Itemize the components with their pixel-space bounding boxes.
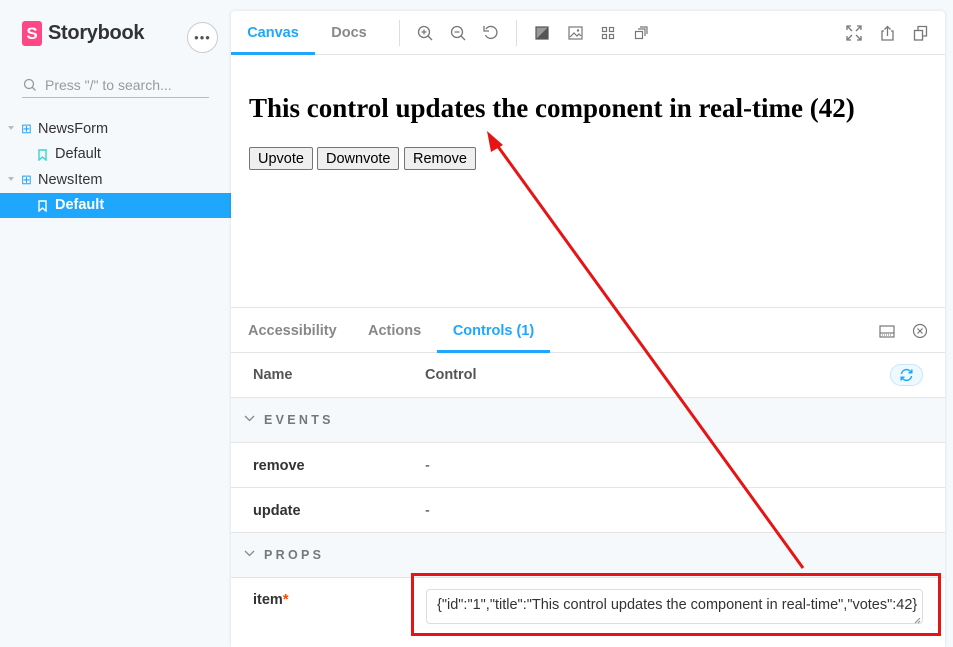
arg-name-text: item (253, 592, 283, 608)
table-row: update - (231, 488, 945, 533)
background-icon[interactable] (532, 23, 552, 43)
close-panel-icon[interactable] (910, 321, 930, 341)
brand-name: Storybook (48, 22, 145, 44)
tab-docs[interactable]: Docs (315, 11, 383, 55)
image-icon[interactable] (565, 23, 585, 43)
arg-name: update (253, 503, 301, 519)
copy-icon[interactable] (910, 23, 930, 43)
arg-name: item* (253, 592, 288, 608)
tab-actions[interactable]: Actions (368, 308, 421, 353)
bookmark-icon (38, 199, 47, 212)
collapse-caret-icon[interactable] (8, 126, 14, 130)
table-row: remove - (231, 443, 945, 488)
brand-logo[interactable]: S Storybook (22, 21, 145, 46)
tree-item-label: Default (55, 146, 101, 163)
bookmark-icon (38, 148, 47, 161)
preview-canvas: This control updates the component in re… (231, 55, 945, 307)
panel-position-icon[interactable] (877, 321, 897, 341)
section-props[interactable]: PROPS (231, 533, 945, 578)
search-icon (23, 78, 36, 91)
section-title: PROPS (264, 548, 325, 562)
column-header-name: Name (253, 367, 293, 383)
controls-table-header: Name Control (231, 353, 945, 398)
sidebar: S Storybook ••• ⊞ NewsForm Default ⊞ New… (0, 0, 231, 647)
upvote-button[interactable]: Upvote (249, 147, 313, 170)
reset-zoom-icon[interactable] (481, 23, 501, 43)
ellipsis-icon: ••• (194, 30, 211, 45)
arg-value: - (425, 503, 430, 519)
fullscreen-icon[interactable] (844, 23, 864, 43)
tab-controls[interactable]: Controls (1) (437, 308, 550, 353)
arg-name: remove (253, 458, 305, 474)
tree-item-label: NewsItem (38, 171, 103, 188)
search-box[interactable] (22, 72, 209, 98)
remove-button[interactable]: Remove (404, 147, 476, 170)
reset-controls-button[interactable] (890, 364, 923, 386)
preview-heading: This control updates the component in re… (249, 93, 855, 123)
required-asterisk: * (282, 592, 289, 608)
annotation-highlight-box (411, 573, 941, 636)
outline-icon[interactable] (631, 23, 651, 43)
addon-tabs: Accessibility Actions Controls (1) (231, 308, 945, 353)
tab-accessibility[interactable]: Accessibility (248, 308, 337, 353)
toolbar-divider (399, 20, 400, 46)
tree-item-newsform[interactable]: ⊞ NewsForm (0, 116, 231, 142)
chevron-down-icon (244, 415, 255, 422)
zoom-in-icon[interactable] (415, 23, 435, 43)
share-icon[interactable] (877, 23, 897, 43)
zoom-out-icon[interactable] (448, 23, 468, 43)
grid-icon[interactable] (598, 23, 618, 43)
refresh-icon (900, 368, 913, 382)
search-input[interactable] (45, 76, 205, 93)
component-icon: ⊞ (21, 120, 32, 136)
toolbar-divider (516, 20, 517, 46)
toolbar: Canvas Docs (231, 11, 945, 55)
section-title: EVENTS (264, 413, 334, 427)
tree-item-newsitem[interactable]: ⊞ NewsItem (0, 167, 231, 193)
sidebar-menu-button[interactable]: ••• (187, 22, 218, 53)
arg-value: - (425, 458, 430, 474)
column-header-control: Control (425, 367, 477, 383)
section-events[interactable]: EVENTS (231, 398, 945, 443)
story-tree: ⊞ NewsForm Default ⊞ NewsItem Default (0, 116, 231, 218)
tree-item-label: Default (55, 197, 105, 214)
collapse-caret-icon[interactable] (8, 177, 14, 181)
storybook-logo-icon: S (22, 21, 42, 46)
tree-item-label: NewsForm (38, 120, 109, 137)
tab-canvas[interactable]: Canvas (231, 11, 315, 55)
main-panel: Canvas Docs This control updates the com… (231, 11, 945, 647)
downvote-button[interactable]: Downvote (317, 147, 400, 170)
tree-item-newsform-default[interactable]: Default (0, 142, 231, 168)
chevron-down-icon (244, 550, 255, 557)
tree-item-newsitem-default[interactable]: Default (0, 192, 231, 218)
component-icon: ⊞ (21, 171, 32, 187)
